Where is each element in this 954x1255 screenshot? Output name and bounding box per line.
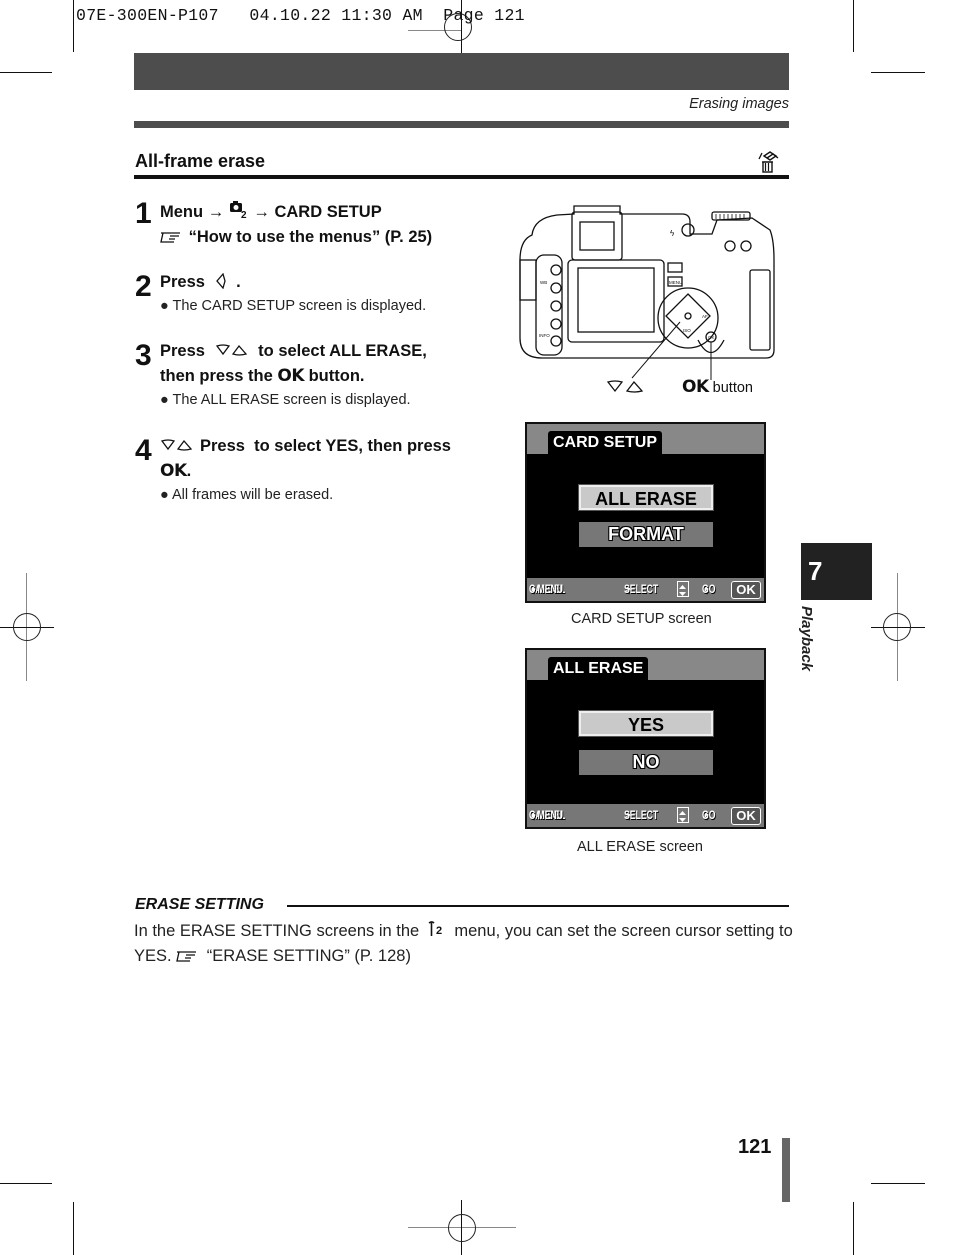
svg-text:2: 2 (241, 210, 247, 219)
step-bullet: ● The CARD SETUP screen is displayed. (160, 298, 427, 314)
screen-title-tab: CARD SETUP (548, 431, 663, 454)
ok-symbol: OK (160, 461, 187, 481)
reference-hand-icon (176, 946, 202, 971)
screen-footer: CANCEL ➧ MENU SELECT ➧ GO ➧ OK (527, 578, 764, 601)
all-erase-screen: ALL ERASE YES NO CANCEL ➧ MENU SELECT ➧ GO ➧… (525, 648, 766, 829)
page-number-bar (782, 1138, 790, 1202)
step-text: Menu → 2 → CARD SETUP “How to use the me… (160, 197, 432, 250)
option-no[interactable]: NO (579, 750, 713, 775)
note-body: In the ERASE SETTING screens in the 2 me… (134, 918, 794, 969)
card-setup-screen: CARD SETUP ALL ERASE FORMAT CANCEL ➧ MENU … (525, 422, 766, 603)
arrow-left-icon (210, 272, 232, 297)
screen-caption: ALL ERASE screen (577, 839, 703, 855)
arrow-down-up-icon (606, 378, 646, 399)
section-rule (134, 175, 789, 179)
screen-caption: CARD SETUP screen (571, 611, 712, 627)
svg-text:ϟ: ϟ (670, 229, 675, 238)
menu-button-label: MENU (669, 280, 682, 285)
ok-symbol: OK (277, 366, 304, 386)
section-title: All-frame erase (135, 151, 266, 171)
callout-ok-button: OK button (682, 377, 753, 397)
camera-illustration: ϟ MENU AF ISO OK WB INFO (512, 200, 782, 400)
ok-icon: OK (731, 581, 761, 599)
chapter-label: Playback (798, 606, 815, 672)
arrow-down-up-icon (160, 435, 200, 460)
screen-footer: CANCEL ➧ MENU SELECT ➧ GO ➧ OK (527, 804, 764, 827)
step-number: 3 (135, 339, 152, 372)
camera-2-icon: 2 (229, 199, 249, 227)
arrow-down-up-icon (210, 340, 254, 365)
svg-text:OK: OK (708, 335, 715, 340)
option-all-erase[interactable]: ALL ERASE (578, 484, 714, 511)
svg-text:AF: AF (702, 314, 708, 319)
note-heading: ERASE SETTING (135, 896, 264, 913)
step-number: 1 (135, 197, 152, 230)
header-rule (134, 121, 789, 128)
running-header: Erasing images (689, 96, 789, 112)
step-text: Press to select ALL ERASE, then press th… (160, 340, 427, 386)
step-bullet: ● All frames will be erased. (160, 487, 334, 503)
step-bullet: ● The ALL ERASE screen is displayed. (160, 392, 411, 408)
print-slug: 07E-300EN-P107 04.10.22 11:30 AM Page 12… (76, 6, 525, 25)
screen-title-tab: ALL ERASE (548, 657, 649, 680)
up-down-icon (677, 807, 689, 823)
step-text: Press to select YES, then press OK. (160, 435, 451, 481)
erase-all-icon (756, 150, 780, 174)
callout-arrows (606, 378, 646, 399)
svg-text:INFO: INFO (539, 333, 550, 338)
option-yes[interactable]: YES (578, 710, 714, 737)
up-down-icon (677, 581, 689, 597)
camera-back-drawing: ϟ MENU AF ISO OK WB INFO (519, 205, 775, 380)
chapter-number: 7 (808, 556, 823, 586)
step-number: 4 (135, 434, 152, 467)
ok-icon: OK (731, 807, 761, 825)
note-rule (287, 905, 789, 907)
page-number: 121 (738, 1136, 772, 1158)
header-band (134, 53, 789, 90)
setup-2-icon: 2 (424, 920, 450, 946)
chapter-tab: 7 (801, 543, 872, 600)
svg-text:WB: WB (540, 280, 547, 285)
option-format[interactable]: FORMAT (579, 522, 713, 547)
svg-text:ISO: ISO (683, 328, 691, 333)
step-text: Press . (160, 270, 241, 295)
reference-hand-icon (160, 227, 184, 252)
svg-text:2: 2 (436, 925, 442, 937)
step-number: 2 (135, 270, 152, 303)
